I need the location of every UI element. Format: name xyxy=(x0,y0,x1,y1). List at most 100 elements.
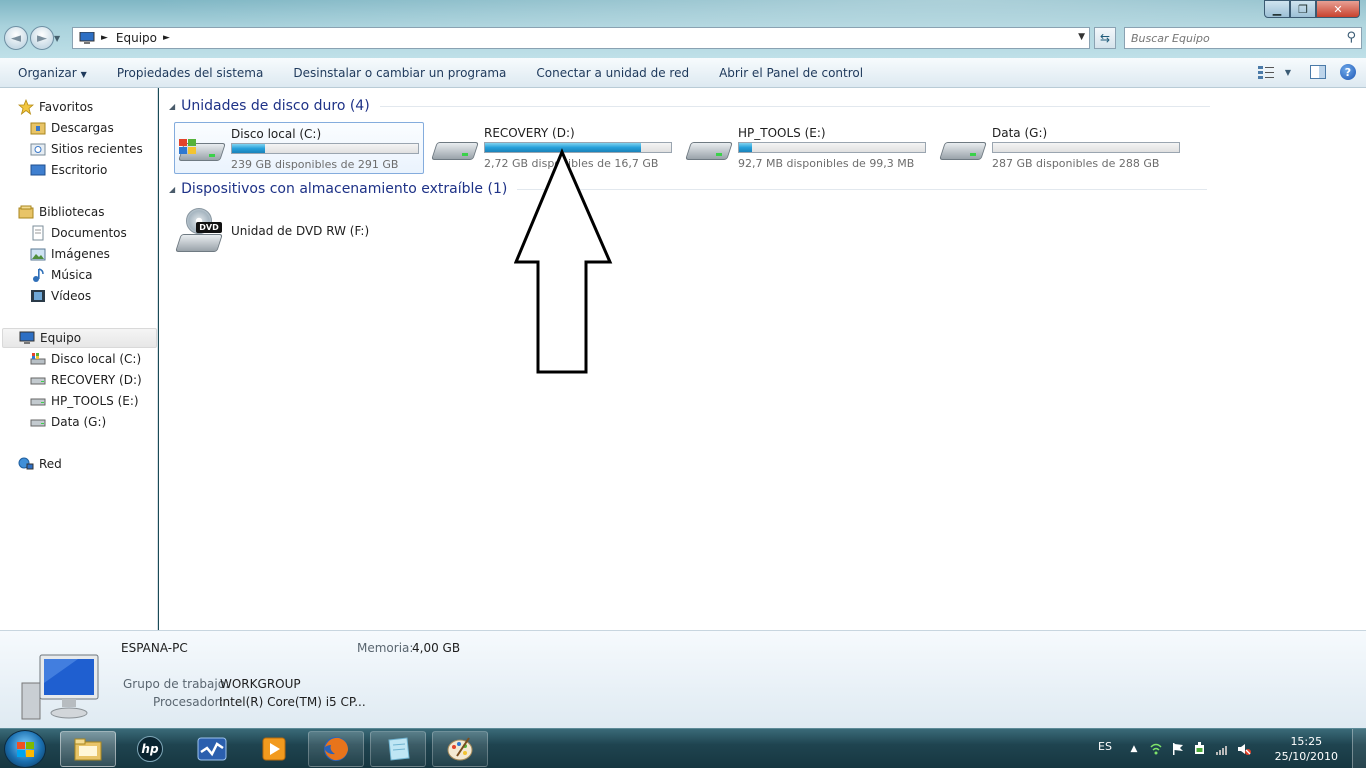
breadcrumb-equipo[interactable]: Equipo xyxy=(116,31,157,45)
view-dropdown-icon[interactable]: ▼ xyxy=(1278,63,1298,81)
volume-muted-icon[interactable] xyxy=(1236,741,1252,757)
drive-name: Data (G:) xyxy=(992,126,1048,140)
dvd-drive-icon[interactable]: DVD xyxy=(175,206,226,252)
documents-icon xyxy=(30,225,46,241)
system-properties-button[interactable]: Propiedades del sistema xyxy=(102,66,279,80)
help-icon: ? xyxy=(1340,64,1356,80)
organize-menu[interactable]: Organizar ▼ xyxy=(0,66,102,80)
nav-recent-places[interactable]: Sitios recientes xyxy=(30,139,143,159)
nav-drive-e[interactable]: HP_TOOLS (E:) xyxy=(30,391,139,411)
music-icon xyxy=(30,267,46,283)
nav-desktop[interactable]: Escritorio xyxy=(30,160,107,180)
recent-pages-dropdown[interactable]: ▼ xyxy=(54,26,64,50)
taskbar-app-chart[interactable] xyxy=(184,731,240,767)
refresh-button[interactable]: ⇆ xyxy=(1094,27,1116,49)
drive-usage-bar xyxy=(231,143,419,154)
nav-videos-label: Vídeos xyxy=(51,289,92,303)
show-hidden-icons-icon[interactable]: ▲ xyxy=(1126,741,1142,757)
window-controls: ▁ ❐ ✕ xyxy=(1264,0,1360,18)
preview-pane-icon[interactable] xyxy=(1308,63,1328,81)
group-divider xyxy=(517,188,1208,190)
collapse-icon[interactable]: ◢ xyxy=(169,102,175,111)
nav-music[interactable]: Música xyxy=(30,265,93,285)
desktop-icon xyxy=(30,162,46,178)
taskbar-media[interactable] xyxy=(246,731,302,767)
clock-date: 25/10/2010 xyxy=(1274,750,1338,763)
clock[interactable]: 15:25 25/10/2010 xyxy=(1275,734,1338,764)
drive-tile-c[interactable]: Disco local (C:) 239 GB disponibles de 2… xyxy=(174,122,424,174)
open-control-panel-button[interactable]: Abrir el Panel de control xyxy=(704,66,878,80)
nav-libraries[interactable]: Bibliotecas xyxy=(18,202,104,222)
hard-drive-icon xyxy=(30,393,46,409)
nav-drive-d-label: RECOVERY (D:) xyxy=(51,373,142,387)
wireless-icon[interactable] xyxy=(1148,741,1164,757)
memory-value: 4,00 GB xyxy=(412,641,461,655)
nav-documents[interactable]: Documentos xyxy=(30,223,127,243)
dvd-drive-name[interactable]: Unidad de DVD RW (F:) xyxy=(231,224,369,238)
recent-places-icon xyxy=(30,141,46,157)
change-view-icon[interactable] xyxy=(1256,63,1276,81)
taskbar-explorer[interactable] xyxy=(60,731,116,767)
clock-time: 15:25 xyxy=(1290,735,1323,748)
taskbar: hp ES ▲ 15:25 25/10/2010 xyxy=(0,728,1366,768)
taskbar-notes[interactable] xyxy=(370,731,426,767)
drive-tile-g[interactable]: Data (G:) 287 GB disponibles de 288 GB xyxy=(936,122,1186,174)
memory-label: Memoria: xyxy=(357,641,414,655)
nav-images[interactable]: Imágenes xyxy=(30,244,110,264)
libraries-icon xyxy=(18,204,34,220)
drive-name: RECOVERY (D:) xyxy=(484,126,575,140)
nav-computer[interactable]: Equipo xyxy=(2,328,157,348)
address-bar[interactable]: ► Equipo ► ▼ xyxy=(72,27,1090,49)
nav-downloads-label: Descargas xyxy=(51,121,114,135)
refresh-icon: ⇆ xyxy=(1099,31,1111,45)
uninstall-program-button[interactable]: Desinstalar o cambiar un programa xyxy=(278,66,521,80)
hard-drive-icon xyxy=(685,136,733,164)
search-box[interactable]: ⚲ xyxy=(1124,27,1362,49)
network-icon xyxy=(18,456,34,472)
annotation-arrow xyxy=(514,148,613,374)
nav-videos[interactable]: Vídeos xyxy=(30,286,91,306)
navigation-pane: Favoritos Descargas Sitios recientes Esc… xyxy=(0,88,158,630)
start-button[interactable] xyxy=(4,730,46,768)
drive-free-space: 239 GB disponibles de 291 GB xyxy=(231,158,399,171)
group-hard-drives[interactable]: ◢ Unidades de disco duro (4) xyxy=(169,98,1210,114)
network-signal-icon[interactable] xyxy=(1214,741,1230,757)
nav-network[interactable]: Red xyxy=(18,454,62,474)
search-input[interactable] xyxy=(1131,31,1341,45)
nav-favorites[interactable]: Favoritos xyxy=(18,97,93,117)
hard-drive-icon xyxy=(30,372,46,388)
system-drive-icon xyxy=(30,351,46,367)
close-button[interactable]: ✕ xyxy=(1316,0,1360,18)
nav-downloads[interactable]: Descargas xyxy=(30,118,114,138)
breadcrumb-chevron[interactable]: ► xyxy=(163,33,170,43)
collapse-icon[interactable]: ◢ xyxy=(169,185,175,194)
battery-power-icon[interactable] xyxy=(1192,741,1208,757)
view-controls: ▼ ? xyxy=(1246,63,1358,81)
nav-drive-d[interactable]: RECOVERY (D:) xyxy=(30,370,142,390)
taskbar-firefox[interactable] xyxy=(308,731,364,767)
navigation-buttons: ◄ ► ▼ xyxy=(4,26,64,50)
search-icon[interactable]: ⚲ xyxy=(1346,30,1356,45)
back-button[interactable]: ◄ xyxy=(4,26,28,50)
system-drive-icon xyxy=(178,137,226,165)
map-network-drive-button[interactable]: Conectar a unidad de red xyxy=(521,66,704,80)
maximize-button[interactable]: ❐ xyxy=(1290,0,1316,18)
action-center-flag-icon[interactable] xyxy=(1170,741,1186,757)
computer-icon xyxy=(19,330,35,346)
taskbar-hp[interactable]: hp xyxy=(122,731,178,767)
group-removable[interactable]: ◢ Dispositivos con almacenamiento extraí… xyxy=(169,181,1208,197)
help-button[interactable]: ? xyxy=(1338,63,1358,81)
taskbar-paint[interactable] xyxy=(432,731,488,767)
forward-button[interactable]: ► xyxy=(30,26,54,50)
breadcrumb-separator[interactable]: ► xyxy=(101,33,108,43)
drive-usage-fill xyxy=(232,144,266,153)
address-dropdown-icon[interactable]: ▼ xyxy=(1078,32,1085,42)
nav-drive-c[interactable]: Disco local (C:) xyxy=(30,349,141,369)
drive-tile-e[interactable]: HP_TOOLS (E:) 92,7 MB disponibles de 99,… xyxy=(682,122,932,174)
language-indicator[interactable]: ES xyxy=(1098,740,1112,753)
performance-chart-icon xyxy=(197,737,227,761)
nav-desktop-label: Escritorio xyxy=(51,163,108,177)
show-desktop-button[interactable] xyxy=(1352,729,1366,768)
nav-drive-g[interactable]: Data (G:) xyxy=(30,412,106,432)
minimize-button[interactable]: ▁ xyxy=(1264,0,1290,18)
